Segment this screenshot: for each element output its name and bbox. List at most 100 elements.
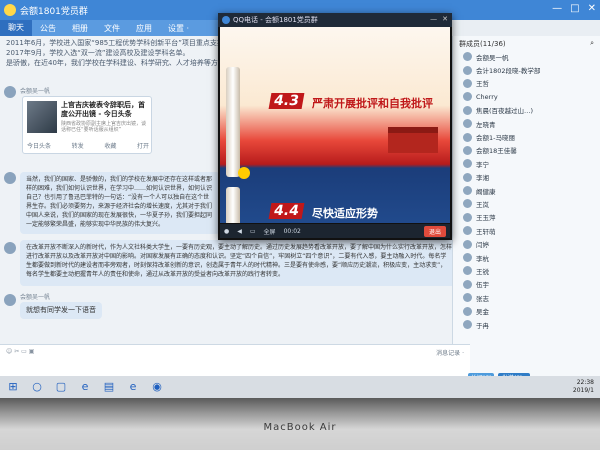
member-item[interactable]: 左晓青 <box>453 117 600 130</box>
qq-taskbar-icon[interactable]: ◉ <box>150 380 164 394</box>
tab-settings[interactable]: 设置 · <box>160 23 197 34</box>
maximize-icon[interactable]: □ <box>570 3 579 14</box>
member-name: 王锐 <box>476 267 489 276</box>
ie-browser-icon[interactable]: e <box>126 380 140 394</box>
member-item[interactable]: 闫婷 <box>453 237 600 250</box>
avatar <box>463 78 472 88</box>
avatar <box>463 199 472 209</box>
member-name: 焦晨(百夜越过山…) <box>476 107 534 116</box>
group-tabbar: 聊天 公告 相册 文件 应用 设置 · <box>0 20 230 36</box>
chat-line: 2011年6月，学校进入国家“985工程优势学科创新平台”项目重点支持 <box>6 39 221 47</box>
member-panel-header: 群成员(11/36) ⌕ <box>453 36 600 50</box>
avatar <box>463 105 472 115</box>
member-item[interactable]: Cherry <box>453 90 600 103</box>
qq-logo-icon <box>4 4 16 16</box>
member-name: 王哲 <box>476 80 489 89</box>
avatar[interactable] <box>4 86 16 98</box>
search-icon[interactable]: ⌕ <box>590 39 594 47</box>
slide-section-number: 4.4 <box>268 203 305 219</box>
tab-album[interactable]: 相册 <box>64 23 96 34</box>
member-item[interactable]: 会额1-马晓丽 <box>453 130 600 143</box>
member-item[interactable]: 李湘 <box>453 171 600 184</box>
member-item[interactable]: 伍宇 <box>453 278 600 291</box>
chat-bubble[interactable]: 就想有同学发一下语音 <box>20 302 102 319</box>
member-item[interactable]: 张志 <box>453 291 600 304</box>
news-open-link[interactable]: 打开 <box>137 141 149 150</box>
member-list[interactable]: 会额吴一帆 会计1802段晓-教学部王哲 Cherry 焦晨(百夜越过山…) 左晓青会额… <box>453 50 600 331</box>
avatar <box>463 212 472 222</box>
input-toolbar: ☺ ✂ ▭ ▣ <box>6 348 34 355</box>
member-item[interactable]: 会额18王佳馨 <box>453 144 600 157</box>
member-name: 会额吴一帆 <box>476 53 509 62</box>
camera-icon[interactable]: ▭ <box>250 228 256 235</box>
member-item[interactable]: 于冉 <box>453 318 600 331</box>
member-item[interactable]: 王哲 <box>453 77 600 90</box>
news-title: 上官吉庆被表令辞职后，首度公开出镜 - 今日头条 <box>61 101 145 118</box>
tab-apps[interactable]: 应用 <box>128 23 160 34</box>
chat-bubble[interactable]: 在改革开放不断深入的新时代，作为人文社科类大学生，一要有历史观，要主动了解历史。… <box>20 240 458 286</box>
member-name: 闫婷 <box>476 241 489 250</box>
call-title: QQ电话 - 会额1801党员群 <box>233 16 318 24</box>
avatar[interactable] <box>4 294 16 306</box>
search-icon[interactable]: ○ <box>30 380 44 394</box>
member-name: 会额1-马晓丽 <box>476 134 515 143</box>
member-item[interactable]: 王玉萍 <box>453 211 600 224</box>
avatar <box>463 145 472 155</box>
minimize-icon[interactable]: — <box>552 3 562 14</box>
member-item[interactable]: 会计1802段晓-教学部 <box>453 63 600 76</box>
shared-screen-slide: 4.3 严肃开展批评和自我批评 4.4 尽快适应形势 <box>220 27 450 223</box>
scissors-icon[interactable]: ✂ <box>14 348 19 355</box>
microphone-icon[interactable]: ● <box>224 228 229 235</box>
avatar <box>463 253 472 263</box>
member-item[interactable]: 李杭 <box>453 251 600 264</box>
member-item[interactable]: 李宁 <box>453 157 600 170</box>
member-item[interactable]: 焦晨(百夜越过山…) <box>453 104 600 117</box>
fullscreen-button[interactable]: 全屏 <box>264 227 276 236</box>
member-item[interactable]: 王岚 <box>453 197 600 210</box>
speaker-icon[interactable]: ◀ <box>237 228 242 235</box>
member-item[interactable]: 王轩萌 <box>453 224 600 237</box>
exit-call-button[interactable]: 退出 <box>423 225 446 237</box>
emoji-icon[interactable]: ☺ <box>6 348 12 355</box>
news-thumbnail <box>27 101 57 133</box>
tab-files[interactable]: 文件 <box>96 23 128 34</box>
member-item[interactable]: 阚健康 <box>453 184 600 197</box>
clock-date: 2019/1 <box>572 387 594 394</box>
chat-bubble[interactable]: 当然，我们的国家、是骄傲的，我们的学校在发展中还存在这样或者那样的困难，我们如何… <box>20 172 220 234</box>
member-name: 王轩萌 <box>476 227 496 236</box>
tab-announcement[interactable]: 公告 <box>32 23 64 34</box>
call-logo-icon <box>222 16 230 24</box>
close-icon[interactable]: ✕ <box>588 3 596 14</box>
qq-call-window[interactable]: QQ电话 - 会额1801党员群 — ✕ 4.3 严肃开展批评和自我批评 4.4… <box>218 13 452 240</box>
avatar <box>463 239 472 249</box>
taskbar-clock[interactable]: 22:38 2019/1 <box>573 379 594 395</box>
avatar <box>463 132 472 142</box>
avatar <box>463 306 472 316</box>
news-share-card[interactable]: 上官吉庆被表令辞职后，首度公开出镜 - 今日头条 陕西省政协原副主席上官吉庆出镜… <box>22 96 152 154</box>
member-item[interactable]: 王锐 <box>453 264 600 277</box>
message-input-area[interactable]: ☺ ✂ ▭ ▣ 消息记录 · <box>0 344 470 376</box>
image-icon[interactable]: ▣ <box>29 348 35 355</box>
avatar[interactable] <box>4 242 16 254</box>
windows-taskbar: ⊞ ○ ▢ e ▤ e ◉ 22:38 2019/1 <box>0 376 600 398</box>
task-view-icon[interactable]: ▢ <box>54 380 68 394</box>
file-explorer-icon[interactable]: ▤ <box>102 380 116 394</box>
minimize-icon[interactable]: — <box>430 15 437 23</box>
avatar[interactable] <box>4 172 16 184</box>
tab-chat[interactable]: 聊天 <box>0 20 32 36</box>
windows-start-icon[interactable]: ⊞ <box>6 380 20 394</box>
photo-stage: 会额1801党员群 — □ ✕ 聊天 公告 相册 文件 应用 设置 · 2011… <box>0 0 600 450</box>
avatar <box>463 52 472 62</box>
member-name: 王岚 <box>476 200 489 209</box>
close-icon[interactable]: ✕ <box>442 15 448 23</box>
avatar <box>463 266 472 276</box>
member-item[interactable]: 会额吴一帆 <box>453 50 600 63</box>
message-record-link[interactable]: 消息记录 · <box>436 348 464 357</box>
member-panel[interactable]: 群成员(11/36) ⌕ 会额吴一帆 会计1802段晓-教学部王哲 Cherry 焦晨… <box>452 36 600 376</box>
news-favorite-link[interactable]: 收藏 <box>104 141 116 150</box>
news-forward-link[interactable]: 转发 <box>72 141 84 150</box>
edge-browser-icon[interactable]: e <box>78 380 92 394</box>
member-name: 伍宇 <box>476 281 489 290</box>
member-item[interactable]: 吴金 <box>453 304 600 317</box>
folder-icon[interactable]: ▭ <box>21 348 27 355</box>
